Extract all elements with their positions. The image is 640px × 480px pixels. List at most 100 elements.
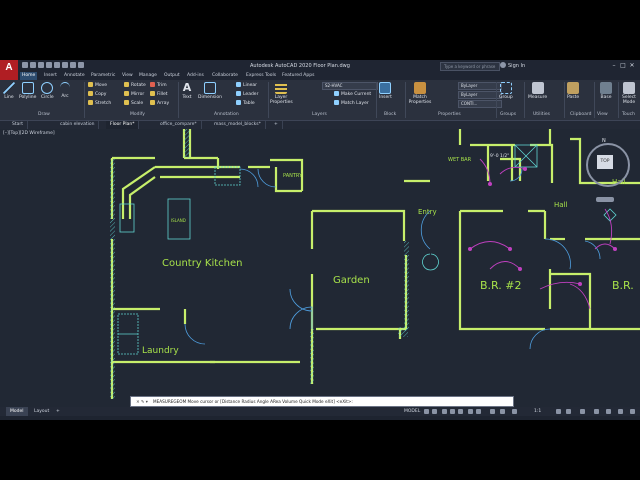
otrack-icon[interactable] bbox=[468, 409, 473, 414]
separator bbox=[178, 82, 179, 118]
polyline-button[interactable]: Polyline bbox=[19, 82, 36, 100]
tab-output[interactable]: Output bbox=[162, 72, 182, 80]
dimension-button[interactable]: Dimension bbox=[198, 82, 222, 100]
grid-icon[interactable] bbox=[424, 409, 429, 414]
polar-icon[interactable] bbox=[450, 409, 455, 414]
command-prompt: MEASUREGEOM Move cursor or [Distance Rad… bbox=[153, 399, 353, 404]
text-icon: A bbox=[182, 81, 192, 94]
group-button[interactable]: Group bbox=[499, 82, 513, 100]
leader-button[interactable]: Leader bbox=[236, 91, 258, 98]
lineweight-icon[interactable] bbox=[476, 409, 481, 414]
fillet-button[interactable]: Fillet bbox=[150, 91, 168, 98]
tab-featured-apps[interactable]: Featured Apps bbox=[280, 72, 316, 80]
file-tab-office-compare[interactable]: office_compare* bbox=[156, 121, 202, 129]
snap-icon[interactable] bbox=[432, 409, 437, 414]
insert-block-button[interactable]: Insert bbox=[379, 82, 392, 100]
undo-icon[interactable] bbox=[62, 62, 68, 68]
tab-express-tools[interactable]: Express Tools bbox=[244, 72, 278, 80]
text-button[interactable]: A Text bbox=[181, 81, 193, 101]
scale-button[interactable]: Scale bbox=[124, 100, 143, 107]
new-file-icon[interactable] bbox=[22, 62, 28, 68]
workspace-gear-icon[interactable] bbox=[556, 409, 561, 414]
annotation-scale[interactable]: 1:1 bbox=[530, 407, 545, 416]
redo-icon[interactable] bbox=[70, 62, 76, 68]
isolate-objects-icon[interactable] bbox=[594, 409, 599, 414]
paste-button[interactable]: Paste bbox=[567, 82, 579, 100]
user-icon bbox=[500, 62, 506, 68]
copy-button[interactable]: Copy bbox=[88, 91, 106, 98]
layout-tab[interactable]: Layout bbox=[30, 407, 53, 416]
open-file-icon[interactable] bbox=[30, 62, 36, 68]
mirror-button[interactable]: Mirror bbox=[124, 91, 144, 98]
move-button[interactable]: Move bbox=[88, 82, 107, 89]
select-mode-button[interactable]: Select Mode bbox=[620, 82, 638, 105]
gizmo-icon[interactable] bbox=[500, 409, 505, 414]
save-icon[interactable] bbox=[38, 62, 44, 68]
file-tab-cabin-elevation[interactable]: cabin elevation bbox=[56, 121, 100, 129]
file-tab-mass-model-blocks[interactable]: mass_model_blocks* bbox=[210, 121, 266, 129]
sign-in-link[interactable]: Sign In bbox=[508, 63, 525, 69]
model-space-indicator[interactable]: MODEL bbox=[400, 407, 424, 416]
command-line-icons: ✕ ✎ ▾ bbox=[136, 399, 148, 404]
measure-button[interactable]: Measure bbox=[528, 82, 547, 100]
paste-icon bbox=[567, 82, 580, 94]
viewcube-top-face[interactable]: TOP bbox=[597, 155, 613, 169]
maximize-button[interactable]: □ bbox=[619, 62, 627, 69]
tab-insert[interactable]: Insert bbox=[42, 72, 59, 80]
layer-properties-button[interactable]: Layer Properties bbox=[270, 82, 293, 105]
autocad-logo: A bbox=[5, 62, 13, 73]
line-button[interactable]: Line bbox=[3, 82, 15, 100]
file-tab-start[interactable]: Start bbox=[8, 121, 28, 129]
plot-icon[interactable] bbox=[54, 62, 60, 68]
tab-view[interactable]: View bbox=[120, 72, 135, 80]
stretch-button[interactable]: Stretch bbox=[88, 100, 111, 107]
layer-dropdown[interactable]: S2-HVAC bbox=[322, 82, 378, 90]
command-line-input[interactable]: ✕ ✎ ▾ MEASUREGEOM Move cursor or [Distanc… bbox=[130, 396, 514, 407]
label-laundry: Laundry bbox=[142, 346, 179, 356]
rotate-button[interactable]: Rotate bbox=[124, 82, 146, 89]
tab-home[interactable]: Home bbox=[20, 72, 38, 80]
circle-button[interactable]: Circle bbox=[41, 82, 54, 100]
drawing-canvas[interactable]: Country Kitchen ISLAND PANTRY Garden Lau… bbox=[0, 129, 640, 407]
array-button[interactable]: Array bbox=[150, 100, 169, 107]
save-as-icon[interactable] bbox=[46, 62, 52, 68]
tab-parametric[interactable]: Parametric bbox=[89, 72, 117, 80]
tab-add-ins[interactable]: Add-ins bbox=[185, 72, 206, 80]
search-input[interactable]: Type a keyword or phrase bbox=[440, 62, 500, 71]
tab-manage[interactable]: Manage bbox=[137, 72, 159, 80]
osnap-icon[interactable] bbox=[458, 409, 463, 414]
arc-button[interactable]: Arc bbox=[60, 82, 70, 99]
viewport-controls[interactable]: [–][Top][2D Wireframe] bbox=[3, 131, 55, 136]
group-icon bbox=[499, 82, 512, 94]
annotation-visibility-icon[interactable] bbox=[512, 409, 517, 414]
match-layer-button[interactable]: Match Layer bbox=[334, 100, 369, 107]
application-menu-button[interactable]: A bbox=[0, 60, 18, 80]
close-button[interactable]: ✕ bbox=[628, 62, 636, 69]
file-tab-floor-plan[interactable]: Floor Plan* bbox=[106, 121, 140, 129]
share-icon[interactable] bbox=[78, 62, 84, 68]
clean-screen-icon[interactable] bbox=[618, 409, 623, 414]
table-button[interactable]: Table bbox=[236, 100, 255, 107]
model-tab[interactable]: Model bbox=[6, 407, 28, 416]
tab-annotate[interactable]: Annotate bbox=[62, 72, 87, 80]
hatch bbox=[110, 159, 115, 399]
units-icon[interactable] bbox=[580, 409, 585, 414]
trim-button[interactable]: Trim bbox=[150, 82, 167, 89]
customization-menu-icon[interactable] bbox=[630, 409, 635, 414]
match-properties-button[interactable]: Match Properties bbox=[408, 82, 432, 105]
new-tab-button[interactable]: + bbox=[270, 121, 283, 129]
base-view-button[interactable]: Base bbox=[600, 82, 612, 100]
selection-cycling-icon[interactable] bbox=[490, 409, 495, 414]
hardware-acceleration-icon[interactable] bbox=[606, 409, 611, 414]
hatch bbox=[398, 327, 408, 337]
minimize-button[interactable]: – bbox=[610, 62, 618, 69]
mirror-icon bbox=[124, 91, 129, 96]
new-layout-button[interactable]: + bbox=[52, 407, 64, 416]
ortho-icon[interactable] bbox=[442, 409, 447, 414]
make-current-button[interactable]: Make Current bbox=[334, 91, 371, 98]
annotation-monitor-icon[interactable] bbox=[566, 409, 571, 414]
linear-button[interactable]: Linear bbox=[236, 82, 257, 89]
label-garden: Garden bbox=[333, 275, 370, 286]
wcs-menu[interactable] bbox=[596, 197, 614, 202]
tab-collaborate[interactable]: Collaborate bbox=[210, 72, 240, 80]
